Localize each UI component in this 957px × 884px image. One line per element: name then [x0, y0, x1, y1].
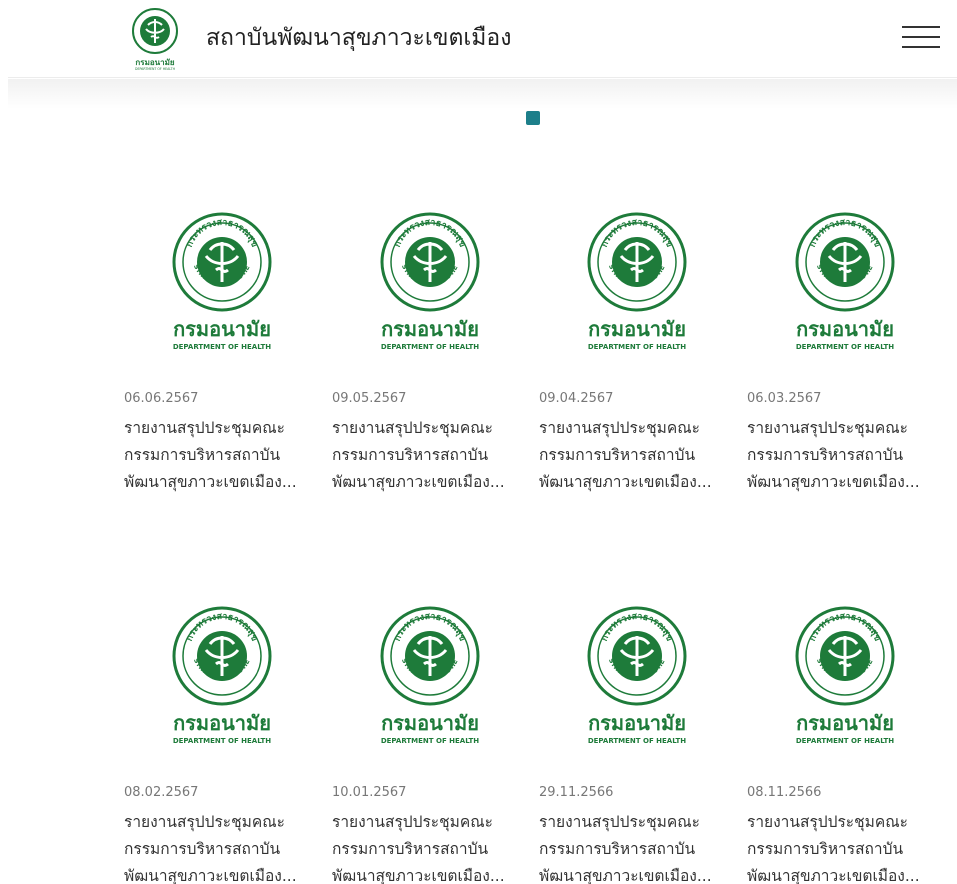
dept-name: กรมอนามัย	[796, 317, 894, 341]
card-thumbnail[interactable]: กระทรวงสาธารณสุขMINISTRY OF PUBLIC HEALT…	[124, 212, 320, 372]
card-title-line: กรรมการบริหารสถาบัน	[747, 446, 904, 464]
news-card[interactable]: กระทรวงสาธารณสุขMINISTRY OF PUBLIC HEALT…	[124, 606, 320, 884]
card-title-line: รายงานสรุปประชุมคณะ	[124, 419, 285, 437]
card-title[interactable]: รายงานสรุปประชุมคณะกรรมการบริหารสถาบันพั…	[539, 415, 735, 496]
dept-name-english: DEPARTMENT OF HEALTH	[588, 737, 686, 745]
logo-text: กรมอนามัย	[135, 58, 174, 67]
dept-name: กรมอนามัย	[381, 317, 479, 341]
logo-subtext: DEPARTMENT OF HEALTH	[135, 67, 176, 71]
card-thumbnail[interactable]: กระทรวงสาธารณสุขMINISTRY OF PUBLIC HEALT…	[747, 606, 943, 766]
card-date: 08.11.2566	[747, 785, 822, 800]
dept-name: กรมอนามัย	[588, 317, 686, 341]
news-card[interactable]: กระทรวงสาธารณสุขMINISTRY OF PUBLIC HEALT…	[747, 212, 943, 522]
card-title-line: พัฒนาสุขภาวะเขตเมือง...	[124, 473, 297, 491]
card-title[interactable]: รายงานสรุปประชุมคณะกรรมการบริหารสถาบันพั…	[747, 809, 943, 884]
card-date: 06.06.2567	[124, 391, 199, 406]
card-title[interactable]: รายงานสรุปประชุมคณะกรรมการบริหารสถาบันพั…	[332, 809, 528, 884]
card-title-line: กรรมการบริหารสถาบัน	[124, 840, 281, 858]
hamburger-icon[interactable]	[902, 24, 940, 50]
card-date: 08.02.2567	[124, 785, 199, 800]
card-title-line: กรรมการบริหารสถาบัน	[747, 840, 904, 858]
card-thumbnail[interactable]: กระทรวงสาธารณสุขMINISTRY OF PUBLIC HEALT…	[332, 212, 528, 372]
card-title-line: พัฒนาสุขภาวะเขตเมือง...	[124, 867, 297, 884]
card-title-line: รายงานสรุปประชุมคณะ	[747, 813, 908, 831]
dept-name-english: DEPARTMENT OF HEALTH	[381, 737, 479, 745]
card-date: 09.05.2567	[332, 391, 407, 406]
card-title[interactable]: รายงานสรุปประชุมคณะกรรมการบริหารสถาบันพั…	[747, 415, 943, 496]
news-card[interactable]: กระทรวงสาธารณสุขMINISTRY OF PUBLIC HEALT…	[747, 606, 943, 884]
header-shadow	[8, 79, 957, 109]
card-title-line: รายงานสรุปประชุมคณะ	[332, 813, 493, 831]
news-card[interactable]: กระทรวงสาธารณสุขMINISTRY OF PUBLIC HEALT…	[124, 212, 320, 522]
card-title[interactable]: รายงานสรุปประชุมคณะกรรมการบริหารสถาบันพั…	[332, 415, 528, 496]
dept-name: กรมอนามัย	[796, 711, 894, 735]
card-title-line: พัฒนาสุขภาวะเขตเมือง...	[747, 473, 920, 491]
dept-name-english: DEPARTMENT OF HEALTH	[588, 343, 686, 351]
card-title-line: รายงานสรุปประชุมคณะ	[332, 419, 493, 437]
menu-bar	[902, 26, 940, 28]
card-title-line: กรรมการบริหารสถาบัน	[539, 446, 696, 464]
dept-name-english: DEPARTMENT OF HEALTH	[796, 737, 894, 745]
card-title-line: กรรมการบริหารสถาบัน	[332, 446, 489, 464]
card-title-line: รายงานสรุปประชุมคณะ	[747, 419, 908, 437]
dept-name: กรมอนามัย	[588, 711, 686, 735]
card-title-line: พัฒนาสุขภาวะเขตเมือง...	[539, 473, 712, 491]
card-title-line: พัฒนาสุขภาวะเขตเมือง...	[332, 867, 505, 884]
slider-dot-active[interactable]	[526, 111, 540, 125]
dept-name: กรมอนามัย	[381, 711, 479, 735]
card-title-line: กรรมการบริหารสถาบัน	[332, 840, 489, 858]
dept-name-english: DEPARTMENT OF HEALTH	[381, 343, 479, 351]
dept-name: กรมอนามัย	[173, 711, 271, 735]
card-title-line: รายงานสรุปประชุมคณะ	[539, 419, 700, 437]
card-title-line: กรรมการบริหารสถาบัน	[124, 446, 281, 464]
card-title[interactable]: รายงานสรุปประชุมคณะกรรมการบริหารสถาบันพั…	[124, 809, 320, 884]
department-of-health-logo[interactable]: กรมอนามัย DEPARTMENT OF HEALTH	[124, 7, 186, 71]
menu-bar	[902, 46, 940, 48]
dept-name-english: DEPARTMENT OF HEALTH	[173, 737, 271, 745]
card-thumbnail[interactable]: กระทรวงสาธารณสุขMINISTRY OF PUBLIC HEALT…	[332, 606, 528, 766]
card-thumbnail[interactable]: กระทรวงสาธารณสุขMINISTRY OF PUBLIC HEALT…	[539, 606, 735, 766]
card-thumbnail[interactable]: กระทรวงสาธารณสุขMINISTRY OF PUBLIC HEALT…	[539, 212, 735, 372]
card-title-line: พัฒนาสุขภาวะเขตเมือง...	[539, 867, 712, 884]
card-title[interactable]: รายงานสรุปประชุมคณะกรรมการบริหารสถาบันพั…	[124, 415, 320, 496]
card-title-line: กรรมการบริหารสถาบัน	[539, 840, 696, 858]
card-thumbnail[interactable]: กระทรวงสาธารณสุขMINISTRY OF PUBLIC HEALT…	[124, 606, 320, 766]
card-date: 06.03.2567	[747, 391, 822, 406]
card-title-line: รายงานสรุปประชุมคณะ	[124, 813, 285, 831]
card-date: 10.01.2567	[332, 785, 407, 800]
card-title-line: พัฒนาสุขภาวะเขตเมือง...	[332, 473, 505, 491]
news-card[interactable]: กระทรวงสาธารณสุขMINISTRY OF PUBLIC HEALT…	[539, 606, 735, 884]
news-card[interactable]: กระทรวงสาธารณสุขMINISTRY OF PUBLIC HEALT…	[332, 606, 528, 884]
card-date: 29.11.2566	[539, 785, 614, 800]
dept-name: กรมอนามัย	[173, 317, 271, 341]
card-title[interactable]: รายงานสรุปประชุมคณะกรรมการบริหารสถาบันพั…	[539, 809, 735, 884]
menu-bar	[902, 36, 940, 38]
site-header: กรมอนามัย DEPARTMENT OF HEALTH สถาบันพัฒ…	[8, 0, 957, 78]
dept-name-english: DEPARTMENT OF HEALTH	[173, 343, 271, 351]
card-date: 09.04.2567	[539, 391, 614, 406]
news-card[interactable]: กระทรวงสาธารณสุขMINISTRY OF PUBLIC HEALT…	[539, 212, 735, 522]
site-title[interactable]: สถาบันพัฒนาสุขภาวะเขตเมือง	[206, 20, 511, 56]
card-title-line: พัฒนาสุขภาวะเขตเมือง...	[747, 867, 920, 884]
card-thumbnail[interactable]: กระทรวงสาธารณสุขMINISTRY OF PUBLIC HEALT…	[747, 212, 943, 372]
dept-name-english: DEPARTMENT OF HEALTH	[796, 343, 894, 351]
news-card[interactable]: กระทรวงสาธารณสุขMINISTRY OF PUBLIC HEALT…	[332, 212, 528, 522]
card-title-line: รายงานสรุปประชุมคณะ	[539, 813, 700, 831]
